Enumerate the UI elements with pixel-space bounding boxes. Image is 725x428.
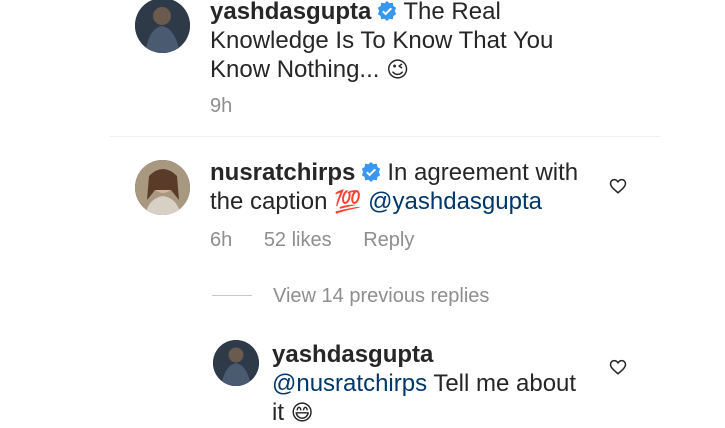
reply-text: Tell me about	[433, 370, 577, 397]
comment-text-line2: the caption	[210, 188, 328, 215]
wink-emoji: 😉	[386, 58, 410, 83]
reply-text-line3: it	[272, 399, 284, 426]
comment-username[interactable]: nusratchirps	[210, 159, 355, 186]
like-heart-icon[interactable]	[609, 177, 627, 195]
reply-body: yashdasgupta @nusratchirps Tell me about…	[272, 340, 602, 428]
verified-badge-icon	[378, 1, 397, 21]
reply-button[interactable]: Reply	[363, 229, 414, 251]
comment-body: yashdasgupta The Real Knowledge Is To Kno…	[210, 0, 690, 85]
comment-text-line3: Know Nothing...	[210, 56, 380, 83]
mention-link[interactable]: @yashdasgupta	[368, 188, 542, 215]
avatar[interactable]	[135, 0, 190, 53]
reply-username[interactable]: yashdasgupta	[272, 341, 433, 368]
comment-text-line1: The Real	[403, 0, 501, 25]
comment-body: nusratchirps In agreement with the captio…	[210, 158, 600, 217]
comment-time: 9h	[210, 95, 233, 117]
comment-meta: 6h 52 likes Reply	[210, 229, 414, 252]
comment-text-line2: Knowledge Is To Know That You	[210, 27, 554, 54]
likes-count[interactable]: 52 likes	[264, 229, 332, 251]
replies-divider	[212, 295, 252, 296]
grin-emoji: 😄	[290, 401, 314, 426]
hundred-points-emoji: 💯	[334, 190, 362, 215]
comment-username[interactable]: yashdasgupta	[210, 0, 371, 25]
mention-link[interactable]: @nusratchirps	[272, 370, 427, 397]
comment-text-line1: In agreement with	[387, 159, 579, 186]
avatar[interactable]	[135, 160, 190, 215]
view-previous-replies-button[interactable]: View 14 previous replies	[273, 285, 489, 308]
avatar[interactable]	[213, 340, 259, 386]
like-heart-icon[interactable]	[609, 358, 627, 376]
comment-time: 6h	[210, 229, 233, 251]
divider	[110, 136, 660, 137]
verified-badge-icon	[362, 162, 381, 182]
